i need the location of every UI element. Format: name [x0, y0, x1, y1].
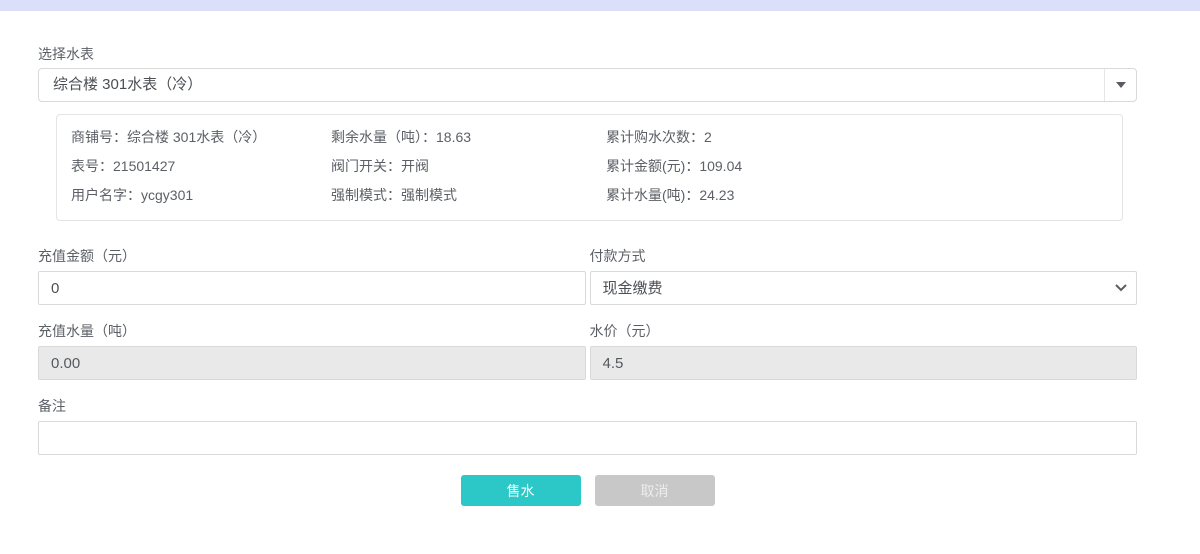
- remark-input[interactable]: [38, 421, 1137, 455]
- recharge-volume-input: [38, 346, 586, 380]
- meter-info-panel: 商铺号：综合楼 301水表（冷） 剩余水量（吨）：18.63 累计购水次数：2 …: [56, 114, 1123, 221]
- info-forced-mode: 强制模式：强制模式: [331, 181, 606, 210]
- info-valve-state: 阀门开关：开阀: [331, 152, 606, 181]
- action-buttons: 售水 取消: [38, 475, 1137, 506]
- info-shop-number: 商铺号：综合楼 301水表（冷）: [71, 123, 331, 152]
- payment-method-label: 付款方式: [590, 248, 1138, 264]
- info-total-amount: 累计金额(元)：109.04: [606, 152, 1108, 181]
- cancel-button[interactable]: 取消: [595, 475, 715, 506]
- sell-water-button[interactable]: 售水: [461, 475, 581, 506]
- sell-water-form: 选择水表 综合楼 301水表（冷） 商铺号：综合楼 301水表（冷） 剩余水量（…: [0, 46, 1200, 506]
- info-user-name: 用户名字：ycgy301: [71, 181, 331, 210]
- info-purchase-count: 累计购水次数：2: [606, 123, 1108, 152]
- meter-select-value[interactable]: 综合楼 301水表（冷）: [39, 69, 1104, 101]
- info-meter-number: 表号：21501427: [71, 152, 331, 181]
- recharge-amount-label: 充值金额（元）: [38, 248, 586, 264]
- meter-select-label: 选择水表: [38, 46, 1137, 62]
- recharge-amount-input[interactable]: [38, 271, 586, 305]
- meter-select-caret-button[interactable]: [1104, 69, 1136, 101]
- info-total-water: 累计水量(吨)：24.23: [606, 181, 1108, 210]
- payment-method-select[interactable]: 现金缴费: [590, 271, 1138, 305]
- meter-info-grid: 商铺号：综合楼 301水表（冷） 剩余水量（吨）：18.63 累计购水次数：2 …: [71, 123, 1108, 210]
- top-accent-bar: [0, 0, 1200, 11]
- remark-label: 备注: [38, 398, 1137, 414]
- meter-select-combobox[interactable]: 综合楼 301水表（冷）: [38, 68, 1137, 102]
- caret-down-icon: [1116, 82, 1126, 88]
- water-price-label: 水价（元）: [590, 323, 1138, 339]
- info-remaining-water: 剩余水量（吨）：18.63: [331, 123, 606, 152]
- recharge-volume-label: 充值水量（吨）: [38, 323, 586, 339]
- water-price-input: [590, 346, 1138, 380]
